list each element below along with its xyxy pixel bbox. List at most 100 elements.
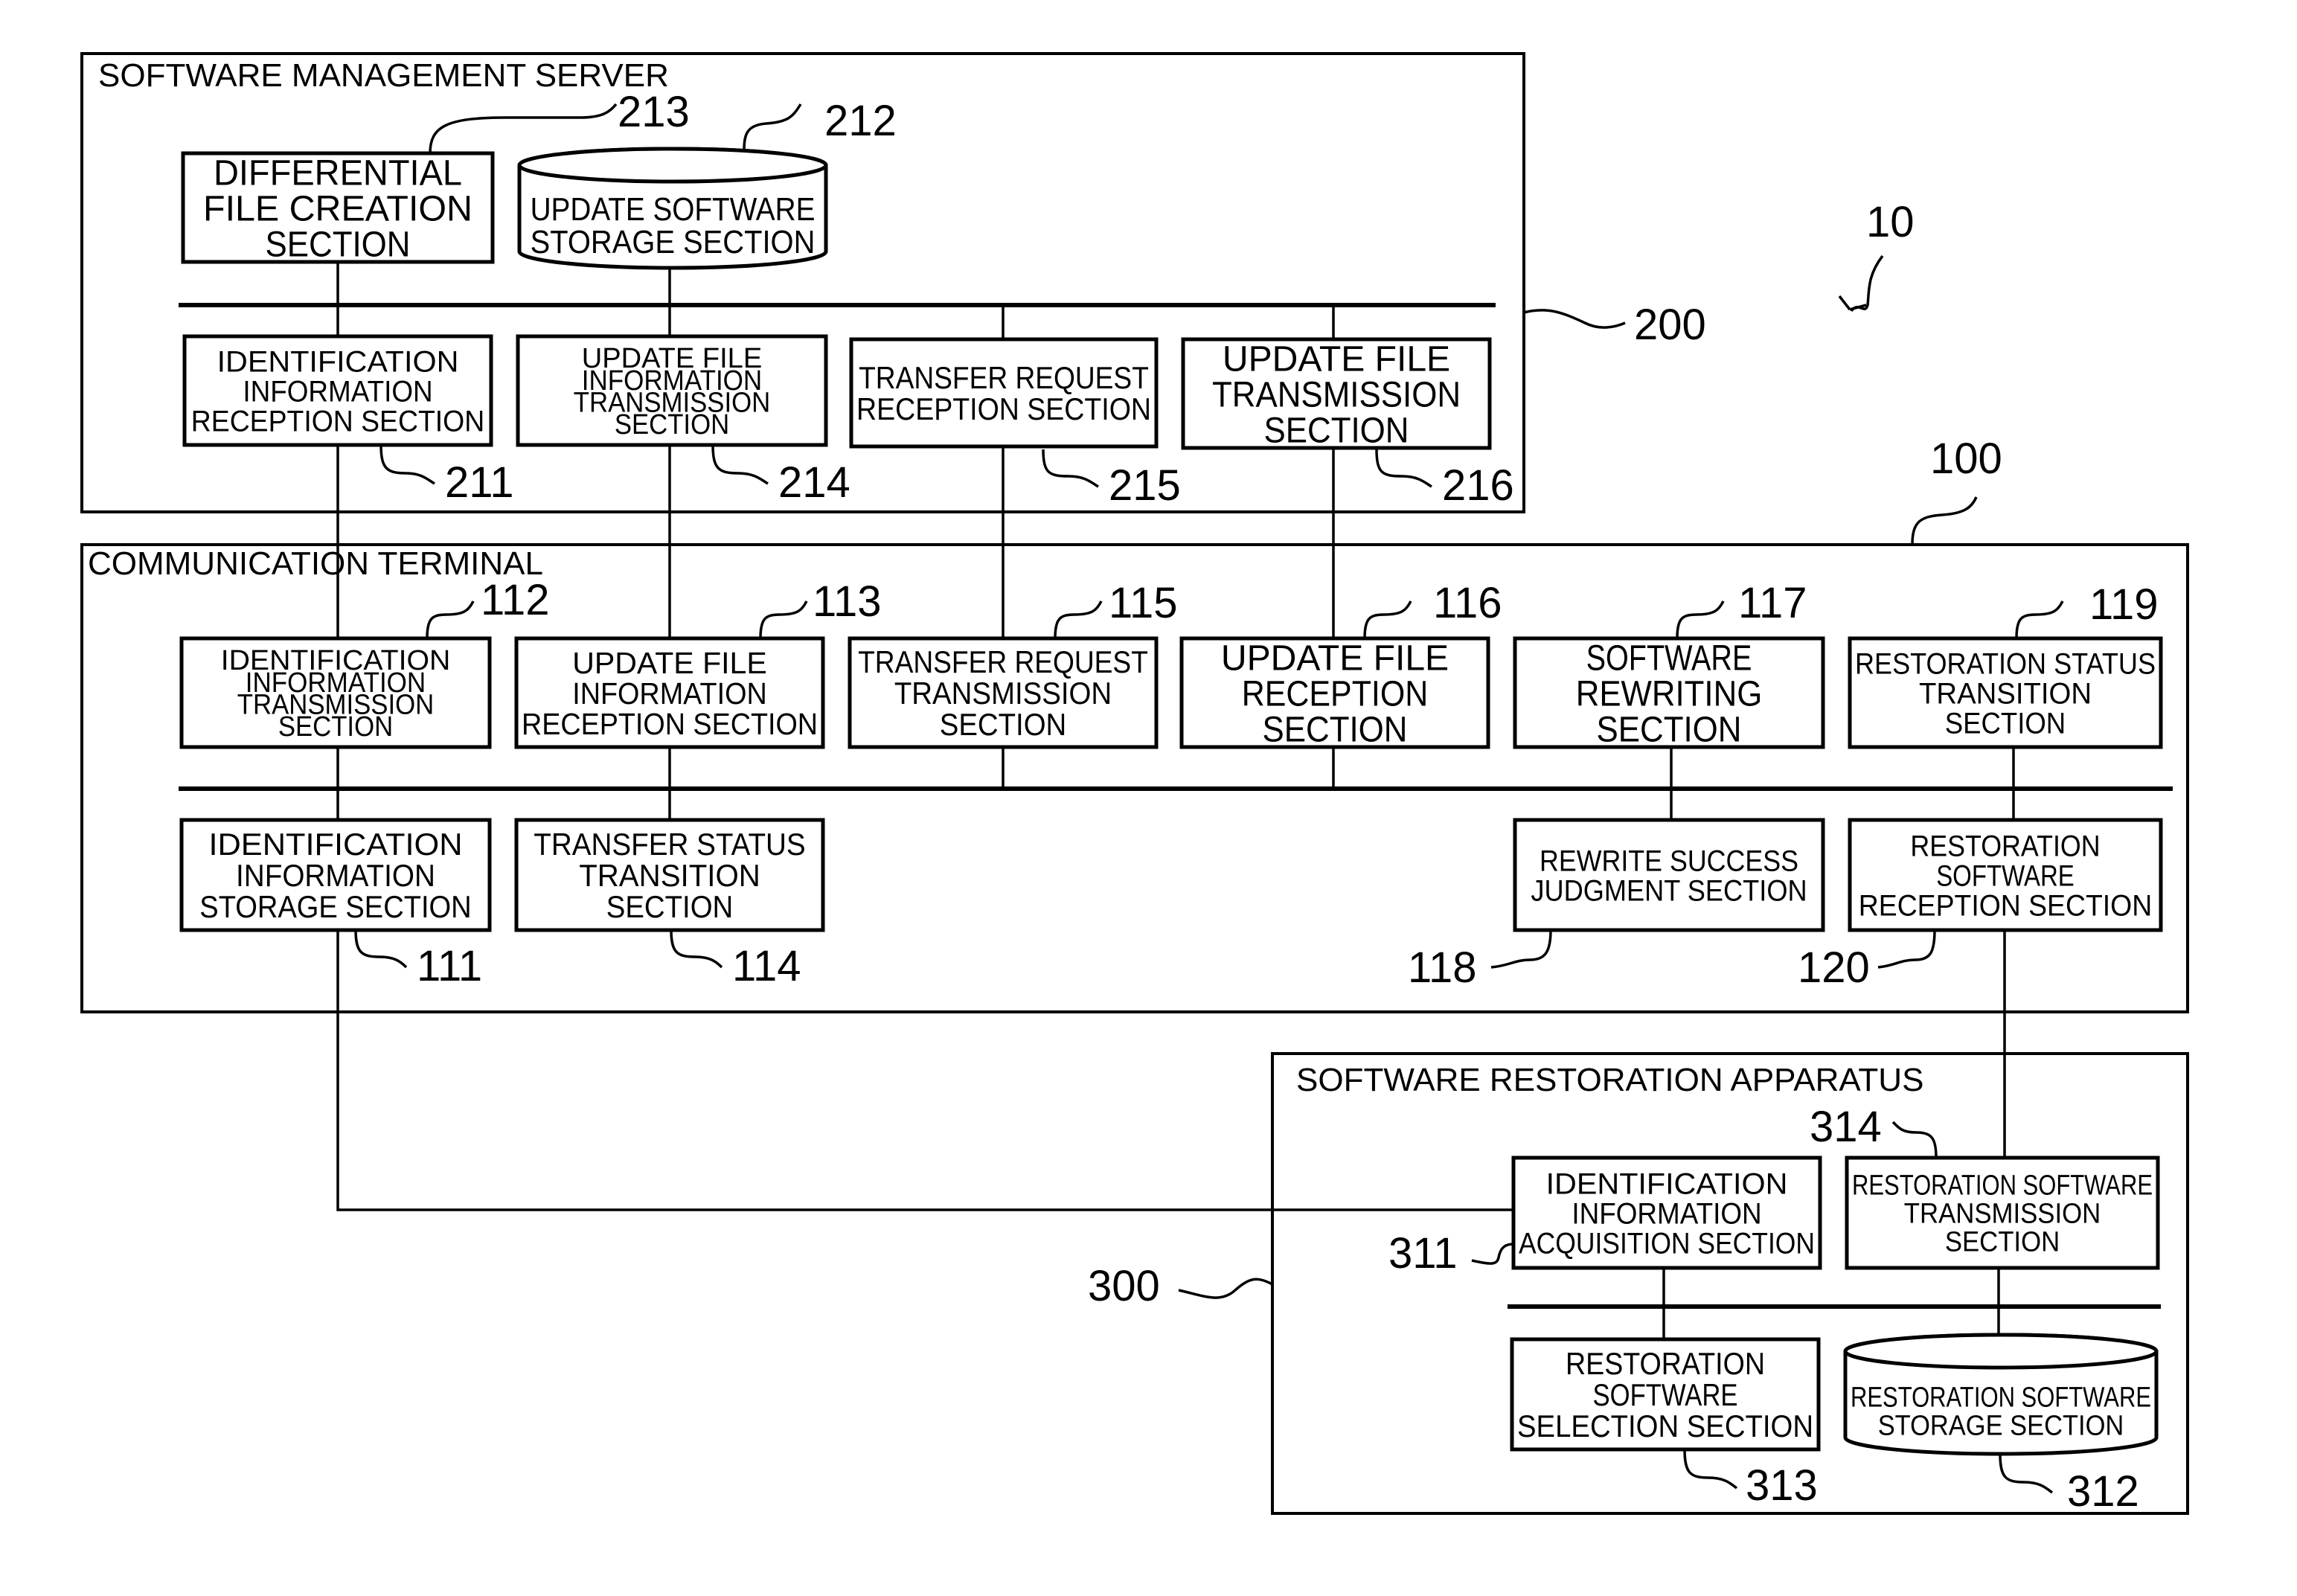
ref-214: 214 (778, 458, 850, 507)
block-label-line: RESTORATION STATUS (1855, 647, 2156, 680)
block-label-line: TRANSITION (579, 858, 760, 893)
reference-numerals: 10 200 100 300 213 212 211 214 215 216 1… (417, 88, 2158, 1516)
block-label-line: ACQUISITION SECTION (1519, 1227, 1815, 1260)
restoration-label: SOFTWARE RESTORATION APPARATUS (1296, 1062, 1923, 1098)
leader-116 (1363, 600, 1412, 639)
block-label-line: RECEPTION SECTION (1859, 889, 2152, 922)
ref-300: 300 (1088, 1262, 1160, 1310)
block-211: IDENTIFICATIONINFORMATIONRECEPTION SECTI… (182, 334, 493, 447)
block-label-line: INFORMATION (572, 676, 767, 711)
block-label-line: FILE CREATION (203, 189, 472, 228)
leader-215 (1042, 449, 1099, 488)
block-label-line: UPDATE FILE (1221, 638, 1449, 678)
block-label-line: SECTION (1945, 1227, 2060, 1258)
block-112: IDENTIFICATIONINFORMATIONTRANSMISSIONSEC… (179, 636, 492, 749)
leader-313 (1683, 1449, 1738, 1490)
ref-111: 111 (417, 942, 482, 990)
block-label-line: TRANSMISSION (1212, 375, 1461, 414)
block-label-line: STORAGE SECTION (199, 889, 471, 924)
leader-214 (711, 444, 769, 485)
block-label-line: TRANSMISSION (1904, 1199, 2101, 1230)
leader-100 (1911, 496, 1978, 545)
leader-112 (426, 600, 475, 639)
block-label-line: DIFFERENTIAL (214, 153, 462, 193)
block-label-line: TRANSFER STATUS (534, 827, 805, 862)
block-label-line: IDENTIFICATION (217, 345, 459, 378)
ref-120: 120 (1798, 943, 1870, 992)
block-label-line: RECEPTION SECTION (522, 707, 818, 741)
leader-211 (379, 444, 435, 485)
block-113: UPDATE FILEINFORMATIONRECEPTION SECTION (514, 636, 825, 749)
leader-300 (1178, 1278, 1273, 1299)
block-label-line: STORAGE SECTION (531, 224, 816, 260)
leader-314 (1891, 1121, 1938, 1158)
leader-118 (1490, 929, 1552, 969)
block-label-line: IDENTIFICATION (208, 827, 462, 862)
block-111: IDENTIFICATIONINFORMATIONSTORAGE SECTION (179, 818, 492, 932)
ref-116: 116 (1433, 579, 1502, 627)
block-label-line: RESTORATION SOFTWARE (1852, 1170, 2153, 1202)
block-114: TRANSFER STATUSTRANSITIONSECTION (514, 818, 825, 932)
leader-111 (354, 929, 408, 969)
leader-216 (1375, 449, 1432, 488)
ref-115: 115 (1109, 579, 1177, 627)
block-label-line: SOFTWARE (1593, 1377, 1738, 1412)
terminal-label: COMMUNICATION TERMINAL (88, 545, 543, 582)
block-label-line: STORAGE SECTION (1878, 1411, 2124, 1442)
leader-200 (1523, 309, 1626, 329)
block-label-line: UPDATE FILE (572, 646, 767, 680)
block-212: UPDATE SOFTWARESTORAGE SECTION (517, 147, 828, 270)
block-label-line: INFORMATION (236, 858, 435, 893)
ref-215: 215 (1109, 461, 1181, 510)
ref-200: 200 (1634, 301, 1706, 349)
leader-120 (1877, 929, 1936, 969)
block-label-line: SECTION (278, 711, 393, 743)
ref-114: 114 (732, 942, 801, 990)
block-label-line: SOFTWARE (1936, 859, 2075, 892)
ref-117: 117 (1738, 579, 1807, 627)
system-block-diagram: SOFTWARE MANAGEMENT SERVER COMMUNICATION… (80, 52, 2189, 1516)
block-label-line: REWRITE SUCCESS (1540, 845, 1798, 877)
cylinder-top (1843, 1333, 2159, 1370)
block-label-line: SECTION (940, 707, 1067, 742)
block-label-line: RECEPTION SECTION (856, 391, 1151, 426)
block-213: DIFFERENTIALFILE CREATIONSECTION (181, 151, 495, 264)
leader-311 (1471, 1243, 1514, 1265)
leader-119 (2015, 600, 2064, 639)
block-116: UPDATE FILERECEPTIONSECTION (1179, 636, 1490, 749)
block-label-line: INFORMATION (243, 375, 432, 408)
block-label-line: TRANSMISSION (894, 676, 1112, 711)
block-label-line: RECEPTION SECTION (191, 405, 484, 438)
blocks: DIFFERENTIALFILE CREATIONSECTIONUPDATE S… (179, 147, 2163, 1456)
block-label-line: TRANSITION (1919, 677, 2092, 710)
block-label-line: SELECTION SECTION (1517, 1408, 1813, 1443)
block-label-line: SECTION (1263, 710, 1408, 749)
block-215: TRANSFER REQUESTRECEPTION SECTION (849, 337, 1159, 449)
ref-100: 100 (1930, 435, 2002, 483)
cylinder-top (517, 147, 828, 184)
ref-118: 118 (1408, 943, 1476, 992)
ref-311: 311 (1388, 1229, 1457, 1278)
block-label-line: SECTION (1945, 707, 2066, 740)
block-216: UPDATE FILETRANSMISSIONSECTION (1181, 337, 1492, 450)
block-label-line: SOFTWARE (1586, 638, 1752, 678)
ref-213: 213 (618, 88, 690, 136)
block-label-line: SECTION (1597, 710, 1742, 749)
leader-114 (670, 929, 723, 969)
ref-313: 313 (1746, 1461, 1818, 1510)
block-label-line: REWRITING (1576, 674, 1763, 714)
block-label-line: SECTION (606, 889, 734, 924)
block-label-line: IDENTIFICATION (1546, 1167, 1788, 1200)
ref-312: 312 (2067, 1467, 2139, 1516)
block-label-line: UPDATE SOFTWARE (531, 191, 816, 228)
server-label: SOFTWARE MANAGEMENT SERVER (98, 57, 669, 94)
leader-lines (354, 103, 2064, 1494)
ref-212: 212 (824, 97, 897, 145)
block-label-line: JUDGMENT SECTION (1531, 874, 1807, 907)
block-214: UPDATE FILEINFORMATIONTRANSMISSIONSECTIO… (516, 334, 828, 447)
leader-117 (1676, 600, 1725, 639)
block-115: TRANSFER REQUESTTRANSMISSIONSECTION (848, 636, 1159, 749)
leader-312 (1999, 1453, 2054, 1494)
leader-213 (429, 103, 618, 154)
block-label-line: SECTION (615, 409, 729, 440)
